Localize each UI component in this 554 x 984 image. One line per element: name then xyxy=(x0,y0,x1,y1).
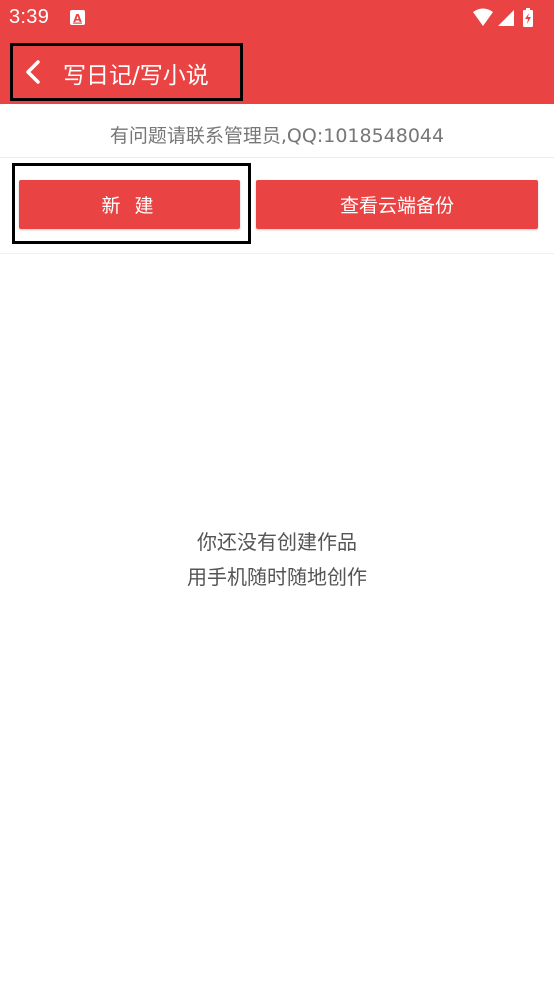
status-bar: 3:39 A xyxy=(0,0,554,37)
actions-row: 新 建 查看云端备份 xyxy=(0,158,554,254)
view-cloud-backup-button[interactable]: 查看云端备份 xyxy=(256,180,538,229)
status-time: 3:39 xyxy=(9,6,50,28)
admin-contact-notice: 有问题请联系管理员,QQ:1018548044 xyxy=(109,125,445,147)
status-icons xyxy=(472,8,542,28)
new-button[interactable]: 新 建 xyxy=(19,180,240,229)
empty-state: 你还没有创建作品 用手机随时随地创作 xyxy=(0,525,554,595)
signal-icon xyxy=(498,10,514,26)
empty-state-line-1: 你还没有创建作品 xyxy=(197,530,357,554)
back-title-highlight[interactable]: 写日记/写小说 xyxy=(10,43,243,101)
page-title: 写日记/写小说 xyxy=(63,63,209,89)
battery-charging-icon xyxy=(523,8,533,27)
app-bar: 写日记/写小说 xyxy=(0,37,554,104)
app-notification-icon: A xyxy=(70,10,85,25)
wifi-icon xyxy=(473,8,493,26)
chevron-left-icon[interactable] xyxy=(22,59,44,85)
notice-row: 有问题请联系管理员,QQ:1018548044 xyxy=(0,104,554,158)
empty-state-line-2: 用手机随时随地创作 xyxy=(187,565,367,589)
